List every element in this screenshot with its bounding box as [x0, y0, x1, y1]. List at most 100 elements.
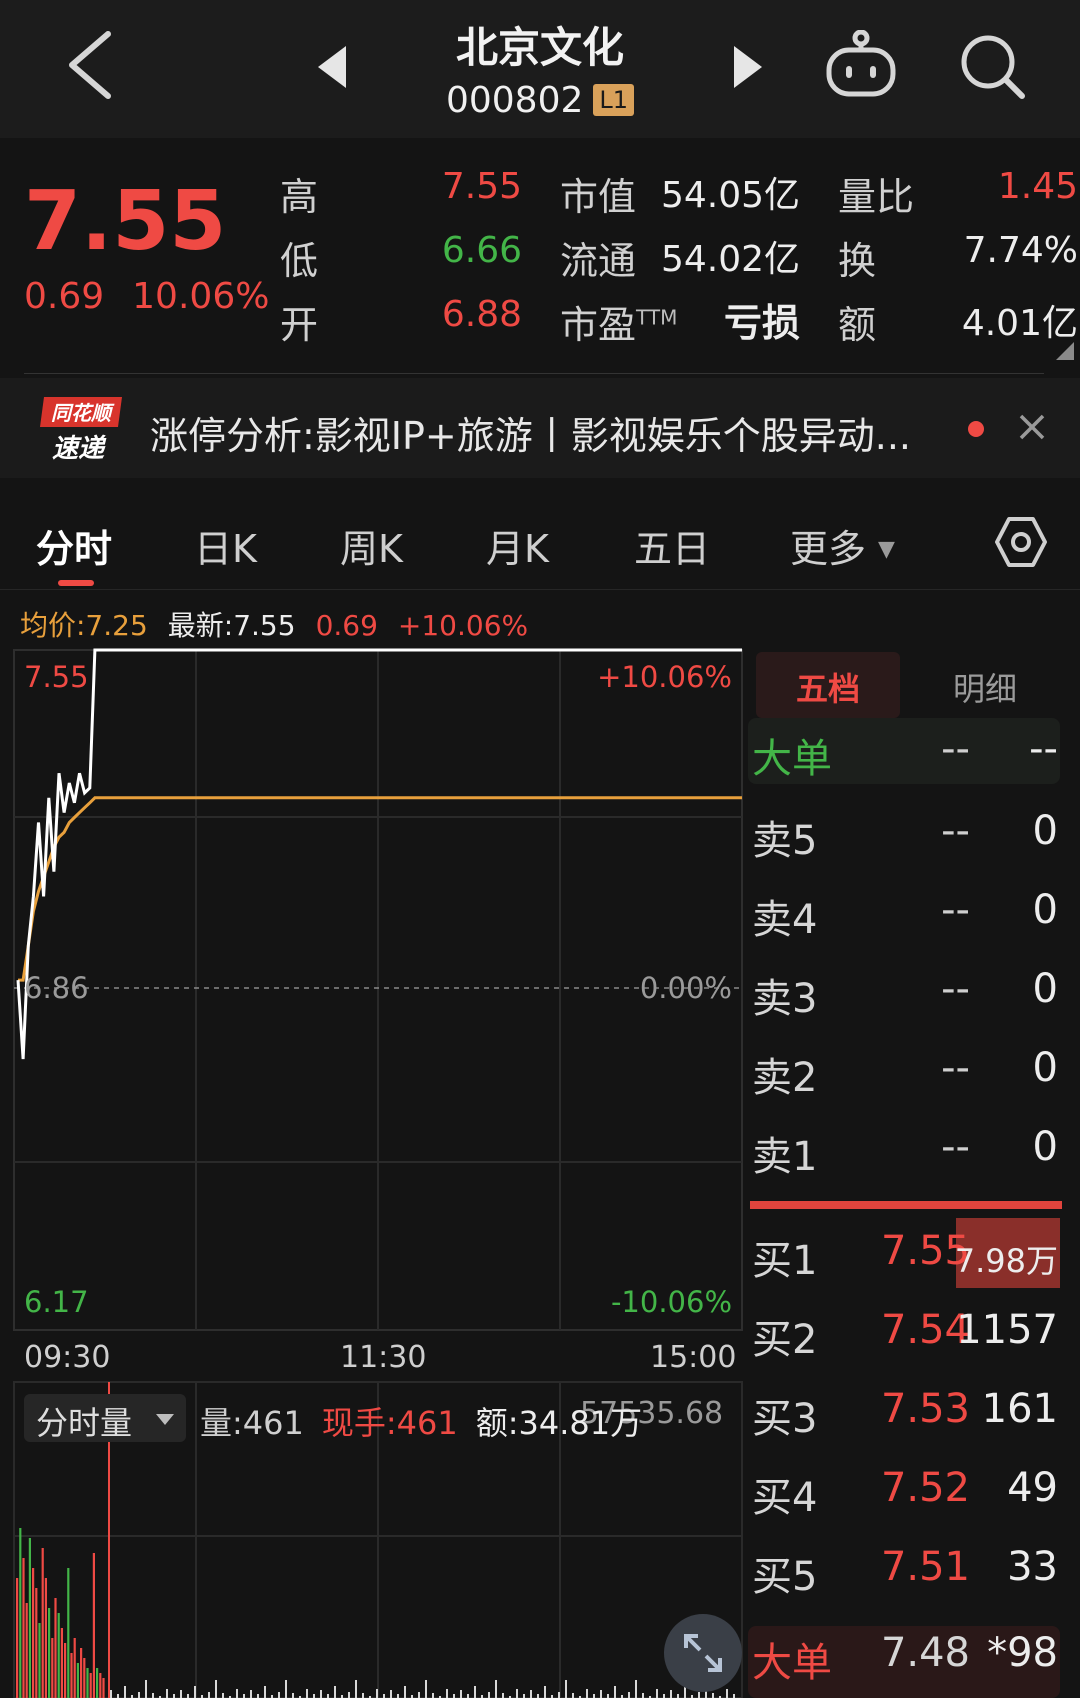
y-mid-label: 6.86 [24, 971, 89, 1005]
sell-volume: 0 [1032, 808, 1058, 854]
volume-bar [607, 1694, 609, 1698]
robot-assistant-icon[interactable] [824, 30, 898, 100]
big-buy-label: 大单 [752, 1640, 832, 1686]
volume-bar [348, 1692, 350, 1698]
market-cap-label: 市值 [560, 175, 637, 219]
volume-bar [523, 1694, 525, 1698]
sell-label: 卖3 [752, 976, 818, 1022]
buy-volume: 1157 [956, 1307, 1058, 1353]
pct-mid-label: 0.00% [640, 971, 732, 1005]
volume-bar [73, 1638, 76, 1698]
tab-more[interactable]: 更多 ▼ [790, 518, 895, 573]
sell-price: -- [941, 1045, 970, 1091]
amount-value: 4.01亿 [961, 303, 1078, 344]
volume-bar [565, 1680, 567, 1698]
volume-bar [502, 1693, 504, 1698]
settings-hexagon-icon[interactable] [994, 515, 1048, 569]
stock-code-row: 000802 L1 [380, 80, 700, 121]
sell-volume: 0 [1032, 966, 1058, 1012]
fullscreen-button[interactable] [664, 1614, 742, 1692]
buy-label: 买2 [752, 1317, 818, 1363]
sell-level-2: 卖2 -- 0 [752, 1045, 1058, 1115]
chart-period-tabs: 分时 日K 周K 月K 五日 更多 ▼ [0, 500, 1080, 590]
big-buy-row: 大单 7.48 *98 [752, 1630, 1058, 1698]
volume-bar [516, 1689, 518, 1698]
avg-price-line [18, 796, 742, 982]
volume-bar [19, 1528, 22, 1698]
volume-bar [250, 1690, 252, 1698]
buy-volume: 161 [981, 1386, 1058, 1432]
tab-monthly-k[interactable]: 月K [486, 518, 549, 573]
volume-bar [474, 1686, 476, 1698]
volume-bar [530, 1690, 532, 1698]
volume-bar [404, 1686, 406, 1698]
pe-value: 亏损 [723, 301, 800, 345]
volume-bar [537, 1694, 539, 1698]
big-sell-price: -- [941, 726, 970, 772]
low-value: 6.66 [441, 230, 522, 271]
volume-bar [25, 1603, 28, 1698]
volume-bar [278, 1692, 280, 1698]
volume-bar [64, 1643, 67, 1698]
price-line [16, 648, 742, 1060]
volume-bar [614, 1686, 616, 1698]
news-logo: 同花顺 速递 [40, 397, 122, 464]
last-price: 7.55 [24, 174, 227, 269]
tab-detail[interactable]: 明细 [910, 664, 1060, 710]
volume-bar [44, 1578, 47, 1698]
sell-label: 卖1 [752, 1134, 818, 1180]
volume-bar [236, 1689, 238, 1698]
volume-amount: 额:34.81万 [475, 1404, 643, 1442]
volume-bar [656, 1689, 658, 1698]
buy-level-1: 买1 7.55 7.98万 [752, 1228, 1058, 1298]
buy-label: 买5 [752, 1554, 818, 1600]
tab-intraday[interactable]: 分时 [36, 518, 112, 573]
volume-bar [383, 1694, 385, 1698]
sell-label: 卖2 [752, 1055, 818, 1101]
volume-bar [586, 1689, 588, 1698]
latest-price: 最新:7.55 [167, 609, 296, 642]
buy-level-3: 买3 7.53 161 [752, 1386, 1058, 1456]
volume-bar [362, 1693, 364, 1698]
high-label: 高 [280, 175, 319, 219]
previous-stock-icon[interactable] [316, 44, 350, 90]
expand-corner-icon[interactable] [1056, 342, 1074, 360]
sell-price: -- [941, 966, 970, 1012]
tab-daily-k[interactable]: 日K [194, 518, 257, 573]
back-arrow-icon[interactable] [60, 28, 120, 102]
volume-bar [313, 1694, 315, 1698]
change-row: 0.69 10.06% [24, 276, 269, 317]
sell-label: 卖4 [752, 897, 818, 943]
volume-bar [117, 1694, 119, 1698]
tab-five-day[interactable]: 五日 [634, 518, 710, 573]
sell-volume: 0 [1032, 1124, 1058, 1170]
intraday-chart[interactable]: 7.55 6.86 6.17 +10.06% 0.00% -10.06% [0, 640, 750, 1340]
volume-bar [544, 1686, 546, 1698]
volume-bar [495, 1680, 497, 1698]
time-label-mid: 11:30 [340, 1340, 427, 1375]
news-headline[interactable]: 涨停分析:影视IP+旅游丨影视娱乐个股异动... [150, 405, 911, 460]
sell-level-4: 卖4 -- 0 [752, 887, 1058, 957]
stock-code: 000802 [445, 80, 584, 121]
volume-bar [152, 1693, 154, 1698]
volume-bars [16, 1528, 735, 1698]
close-icon[interactable] [1018, 413, 1046, 441]
volume-bar [86, 1668, 89, 1698]
next-stock-icon[interactable] [730, 44, 764, 90]
sell-level-1: 卖1 -- 0 [752, 1124, 1058, 1194]
quote-divider [24, 373, 1044, 374]
unread-dot [968, 421, 984, 437]
open-value: 6.88 [441, 294, 522, 335]
volume-bar [264, 1686, 266, 1698]
volume-bar [292, 1693, 294, 1698]
tab-weekly-k[interactable]: 周K [340, 518, 403, 573]
tab-five-levels-label: 五档 [795, 670, 860, 708]
volume-bar [96, 1668, 99, 1698]
buy-price: 7.52 [880, 1465, 970, 1511]
search-icon[interactable] [960, 34, 1026, 100]
volume-bar [334, 1686, 336, 1698]
y-top-label: 7.55 [24, 660, 89, 694]
volume-bar [453, 1694, 455, 1698]
chevron-down-icon: ▼ [878, 537, 895, 562]
big-sell-vol: -- [1029, 726, 1058, 772]
